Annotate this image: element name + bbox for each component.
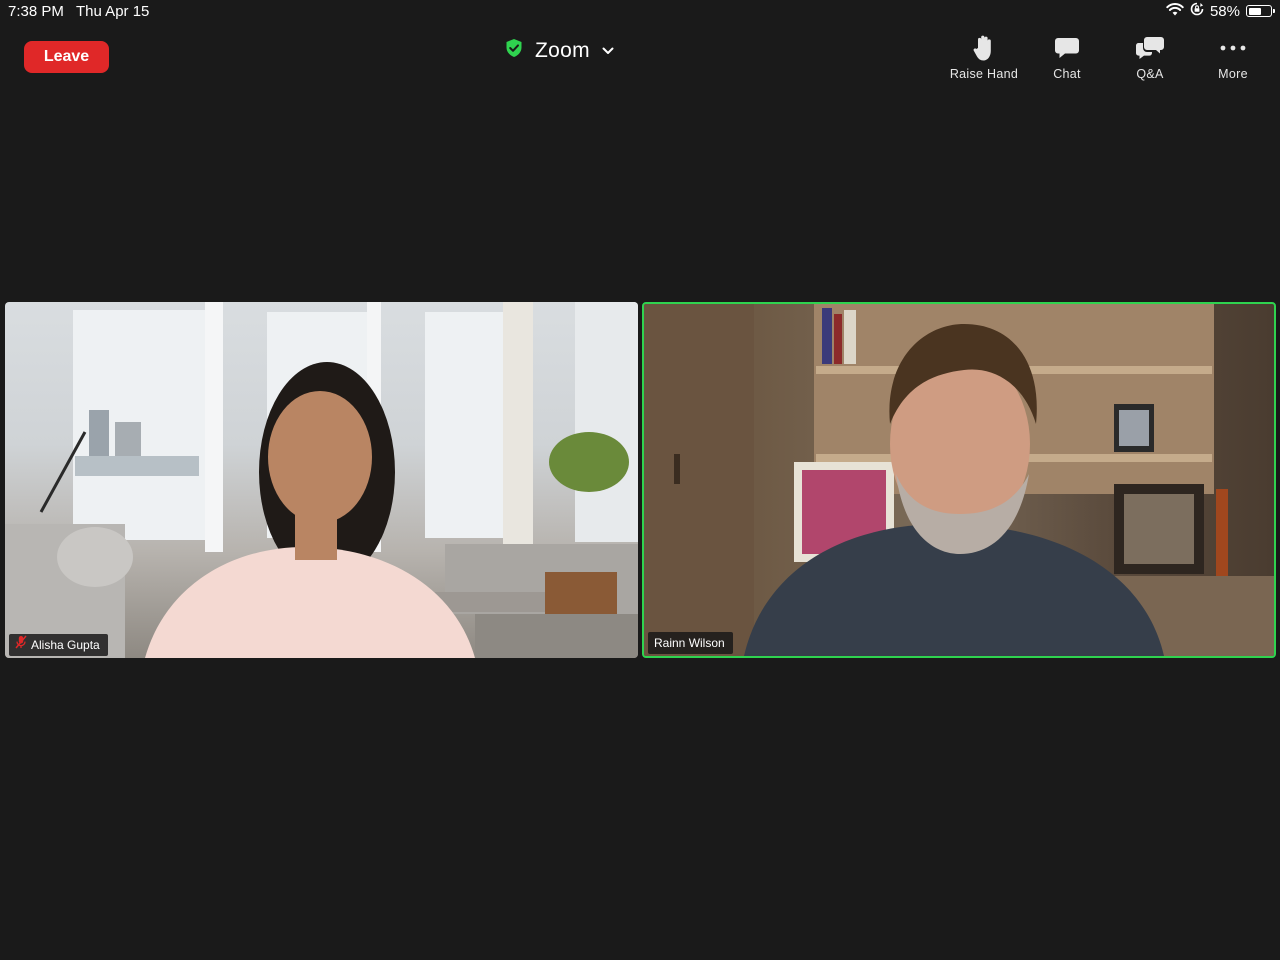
- raise-hand-icon: [944, 34, 1024, 62]
- battery-tip: [1273, 9, 1275, 13]
- chat-icon: [1027, 34, 1107, 62]
- battery-percent: 58%: [1209, 2, 1240, 20]
- battery-level-fill: [1248, 7, 1261, 15]
- qa-button[interactable]: Q&A: [1110, 34, 1190, 81]
- more-label: More: [1218, 67, 1248, 81]
- video-feed-rainn: [644, 304, 1274, 656]
- leave-button[interactable]: Leave: [24, 41, 109, 73]
- participant-video-tile[interactable]: Alisha Gupta: [5, 302, 638, 658]
- raise-hand-label: Raise Hand: [949, 67, 1019, 81]
- status-bar: 7:38 PM Thu Apr 15 58%: [0, 0, 1280, 24]
- status-indicators: 58%: [1166, 2, 1275, 20]
- meeting-title: Zoom: [535, 38, 590, 62]
- chevron-down-icon: [602, 42, 614, 60]
- chat-label: Chat: [1053, 67, 1081, 81]
- qa-icon: [1110, 34, 1190, 62]
- more-icon: [1193, 34, 1273, 62]
- orientation-lock-icon: [1190, 2, 1204, 20]
- meeting-title-dropdown[interactable]: Zoom: [505, 38, 614, 63]
- participant-name-tag: Rainn Wilson: [648, 632, 733, 654]
- active-speaker-video-tile[interactable]: Rainn Wilson: [642, 302, 1276, 658]
- shield-check-icon: [505, 38, 523, 63]
- qa-label: Q&A: [1136, 67, 1164, 81]
- battery-icon: [1246, 5, 1275, 17]
- meeting-toolbar: Leave Zoom Raise Hand Chat Q&A More: [0, 24, 1280, 90]
- chat-button[interactable]: Chat: [1027, 34, 1107, 81]
- muted-microphone-icon: [15, 634, 27, 656]
- participant-name: Rainn Wilson: [654, 636, 725, 650]
- video-feed-alisha: [5, 302, 638, 658]
- status-date: Thu Apr 15: [76, 3, 150, 20]
- more-button[interactable]: More: [1193, 34, 1273, 81]
- status-time: 7:38 PM: [8, 3, 64, 20]
- wifi-icon: [1166, 2, 1184, 20]
- raise-hand-button[interactable]: Raise Hand: [944, 34, 1024, 81]
- participant-name-tag: Alisha Gupta: [9, 634, 108, 656]
- participant-name: Alisha Gupta: [31, 638, 100, 652]
